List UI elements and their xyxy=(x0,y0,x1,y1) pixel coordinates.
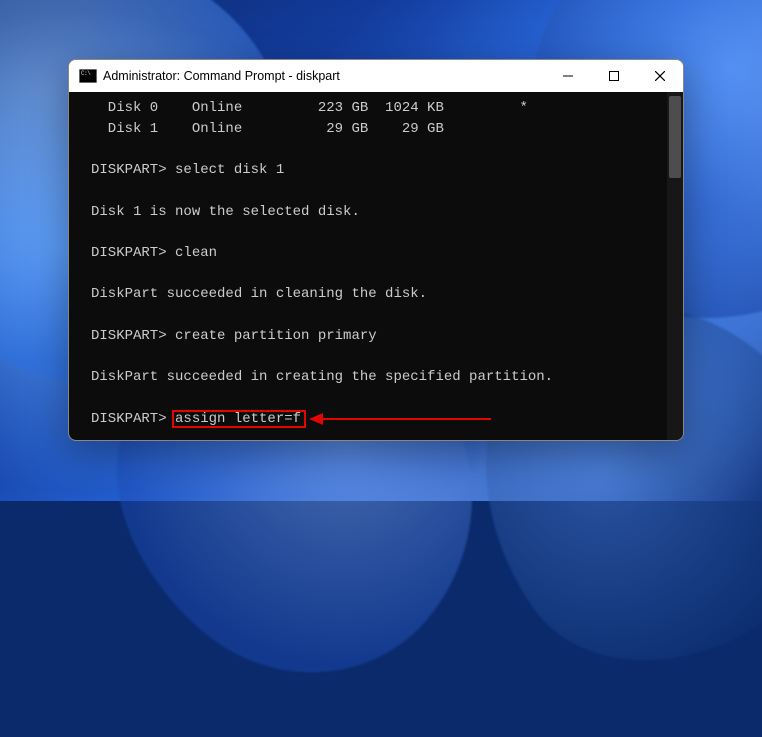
command-text: select disk 1 xyxy=(175,162,284,178)
blank-line xyxy=(91,264,661,285)
diskpart-command: DISKPART> clean xyxy=(91,243,661,264)
maximize-button[interactable] xyxy=(591,60,637,92)
blank-line xyxy=(91,139,661,160)
window-controls xyxy=(545,60,683,92)
close-icon xyxy=(655,71,665,81)
titlebar[interactable]: Administrator: Command Prompt - diskpart xyxy=(69,60,683,92)
command-text: assign letter=f xyxy=(175,411,301,427)
blank-line xyxy=(91,222,661,243)
scrollbar-vertical[interactable] xyxy=(667,92,683,440)
diskpart-prompt: DISKPART> xyxy=(91,162,175,178)
diskpart-prompt: DISKPART> xyxy=(91,245,175,261)
close-button[interactable] xyxy=(637,60,683,92)
disk-table-row: Disk 0 Online 223 GB 1024 KB * xyxy=(91,98,661,119)
command-prompt-window: Administrator: Command Prompt - diskpart xyxy=(68,59,684,441)
cmd-icon xyxy=(79,67,97,85)
minimize-button[interactable] xyxy=(545,60,591,92)
command-output: DiskPart succeeded in creating the speci… xyxy=(91,367,661,388)
command-output: DiskPart succeeded in cleaning the disk. xyxy=(91,284,661,305)
blank-line xyxy=(91,305,661,326)
diskpart-command: DISKPART> assign letter=f xyxy=(91,409,661,430)
scrollbar-thumb[interactable] xyxy=(669,96,681,178)
minimize-icon xyxy=(563,71,573,81)
command-text: create partition primary xyxy=(175,328,377,344)
terminal-output[interactable]: Disk 0 Online 223 GB 1024 KB * Disk 1 On… xyxy=(69,92,667,440)
blank-line xyxy=(91,388,661,409)
diskpart-command: DISKPART> create partition primary xyxy=(91,326,661,347)
diskpart-prompt: DISKPART> xyxy=(91,411,175,427)
maximize-icon xyxy=(609,71,619,81)
diskpart-command: DISKPART> select disk 1 xyxy=(91,160,661,181)
command-output: Disk 1 is now the selected disk. xyxy=(91,202,661,223)
blank-line xyxy=(91,347,661,368)
command-text: clean xyxy=(175,245,217,261)
blank-line xyxy=(91,430,661,441)
disk-table-row: Disk 1 Online 29 GB 29 GB xyxy=(91,119,661,140)
diskpart-prompt: DISKPART> xyxy=(91,328,175,344)
terminal-area: Disk 0 Online 223 GB 1024 KB * Disk 1 On… xyxy=(69,92,683,440)
window-title: Administrator: Command Prompt - diskpart xyxy=(103,69,340,83)
blank-line xyxy=(91,181,661,202)
